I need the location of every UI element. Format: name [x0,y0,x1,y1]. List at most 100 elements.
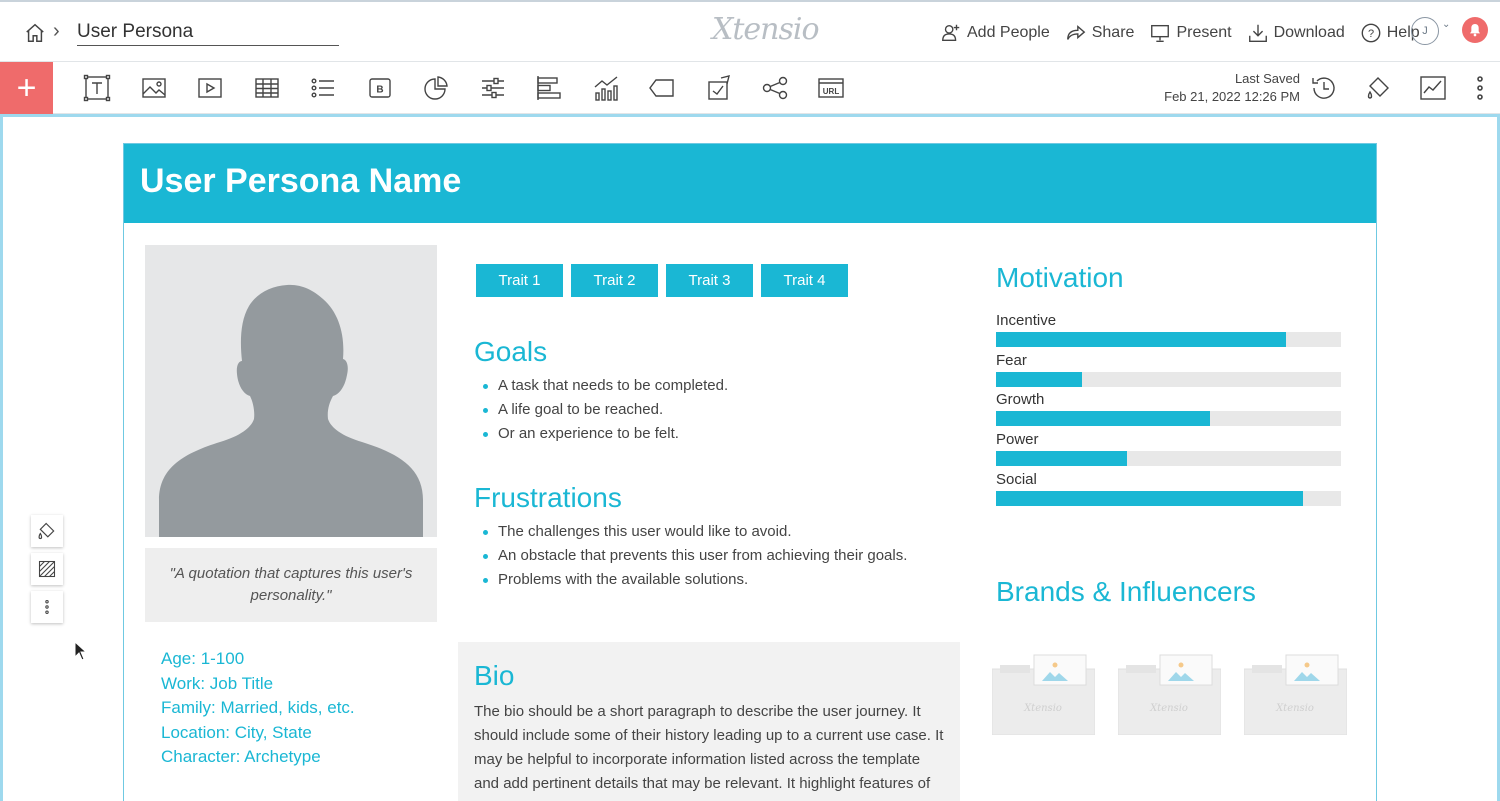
persona-photo[interactable] [145,245,437,537]
folder-image-icon: Xtensio [991,654,1096,736]
brands-logos: Xtensio Xtensio Xtensio [991,649,1348,736]
trait-tags: Trait 1 Trait 2 Trait 3 Trait 4 [476,264,848,297]
add-people-label: Add People [967,24,1050,41]
pattern-fill-icon[interactable] [31,553,63,585]
xtensio-logo: Xtensio [712,12,820,47]
motivation-label: Power [996,431,1039,449]
goals-list[interactable]: A task that needs to be completed. A lif… [476,374,728,446]
motivation-row: Social [996,471,1341,511]
share-label: Share [1091,24,1135,41]
slider-icon[interactable] [478,73,508,103]
svg-text:?: ? [1368,28,1374,40]
brand-placeholder-text: Xtensio [1275,703,1314,714]
folder-image-icon: Xtensio [1117,654,1222,736]
bio-section[interactable]: Bio The bio should be a short paragraph … [458,642,960,801]
motivation-heading[interactable]: Motivation [996,262,1124,294]
motivation-track [996,332,1341,347]
user-avatar[interactable]: J [1411,17,1439,45]
add-block-button[interactable]: + [0,62,53,114]
motivation-row: Power [996,431,1341,471]
table-icon[interactable] [252,73,282,103]
present-label: Present [1176,24,1232,41]
present-button[interactable]: Present [1149,22,1232,44]
motivation-bar-fill [996,490,1304,506]
mouse-cursor-icon [74,641,88,661]
motivation-bar-fill [996,411,1210,427]
motivation-label: Growth [996,391,1045,409]
block-side-panel [31,515,63,623]
video-icon[interactable] [195,73,225,103]
trait-tag[interactable]: Trait 3 [666,264,753,297]
brands-heading[interactable]: Brands & Influencers [996,576,1256,608]
brand-logo-placeholder[interactable]: Xtensio [991,649,1096,736]
paint-bucket-icon[interactable] [1364,73,1394,103]
home-icon[interactable] [24,22,46,44]
persona-banner[interactable]: User Persona Name [124,144,1376,223]
persona-quote[interactable]: "A quotation that captures this user's p… [145,548,437,622]
paint-bucket-icon[interactable] [31,515,63,547]
analytics-icon[interactable] [1418,73,1448,103]
list-item: An obstacle that prevents this user from… [476,544,907,568]
trait-tag[interactable]: Trait 2 [571,264,658,297]
tag-icon[interactable] [647,73,677,103]
chevron-down-icon[interactable]: ⌄ [1442,19,1450,30]
last-saved-label: Last Saved [1234,71,1300,86]
detail-work: Work: Job Title [161,673,274,693]
brand-placeholder-text: Xtensio [1023,703,1062,714]
url-tool-text: URL [823,87,840,96]
more-icon[interactable] [1465,73,1495,103]
brand-placeholder-text: Xtensio [1149,703,1188,714]
list-item: Or an experience to be felt. [476,422,728,446]
motivation-row: Growth [996,391,1341,431]
bar-chart-icon[interactable] [534,73,564,103]
url-icon[interactable]: URL [816,73,846,103]
frustrations-heading[interactable]: Frustrations [474,482,622,514]
add-person-icon [942,24,960,42]
share-button[interactable]: Share [1065,22,1135,44]
notification-bell-icon[interactable] [1462,17,1488,43]
share-nodes-icon[interactable] [760,73,790,103]
form-icon[interactable] [704,73,734,103]
motivation-bars[interactable]: Incentive Fear Growth Power Social [996,312,1341,510]
more-options-icon[interactable] [31,591,63,623]
pie-chart-icon[interactable] [421,73,451,103]
top-header: › User Persona Xtensio Add People Share … [0,0,1500,62]
button-tool-letter: B [376,85,383,96]
line-chart-icon[interactable] [591,73,621,103]
download-icon [1248,24,1267,42]
header-actions: Add People Share Present Download ? Help [940,22,1435,44]
person-silhouette-icon [159,284,423,537]
trait-tag[interactable]: Trait 4 [761,264,848,297]
frustrations-list[interactable]: The challenges this user would like to a… [476,520,907,592]
goals-heading[interactable]: Goals [474,336,547,368]
image-icon[interactable] [139,73,169,103]
breadcrumb-chevron-icon: › [53,20,60,42]
list-icon[interactable] [308,73,338,103]
list-item: A life goal to be reached. [476,398,728,422]
persona-details[interactable]: Age: 1-100 Work: Job Title Family: Marri… [161,647,355,770]
motivation-track [996,451,1341,467]
document-title-input[interactable]: User Persona [77,18,339,46]
history-icon[interactable] [1309,73,1339,103]
bio-text: The bio should be a short paragraph to d… [474,703,944,801]
detail-age: Age: 1-100 [161,649,245,668]
bio-heading: Bio [474,660,515,691]
brand-logo-placeholder[interactable]: Xtensio [1117,649,1222,736]
detail-family: Family: Married, kids, etc. [161,698,355,717]
trait-tag[interactable]: Trait 1 [476,264,563,297]
motivation-row: Incentive [996,312,1341,352]
list-item: A task that needs to be completed. [476,374,728,398]
share-icon [1066,25,1086,40]
persona-name[interactable]: User Persona Name [140,162,461,201]
list-item: The challenges this user would like to a… [476,520,907,544]
motivation-bar-fill [996,371,1083,387]
add-people-button[interactable]: Add People [940,22,1050,44]
text-icon[interactable] [82,73,112,103]
button-icon[interactable]: B [365,73,395,103]
motivation-bar-fill [996,451,1128,467]
help-icon: ? [1361,23,1381,43]
motivation-bar-fill [996,332,1286,347]
motivation-label: Social [996,470,1037,488]
download-button[interactable]: Download [1247,22,1345,44]
brand-logo-placeholder[interactable]: Xtensio [1243,649,1348,736]
